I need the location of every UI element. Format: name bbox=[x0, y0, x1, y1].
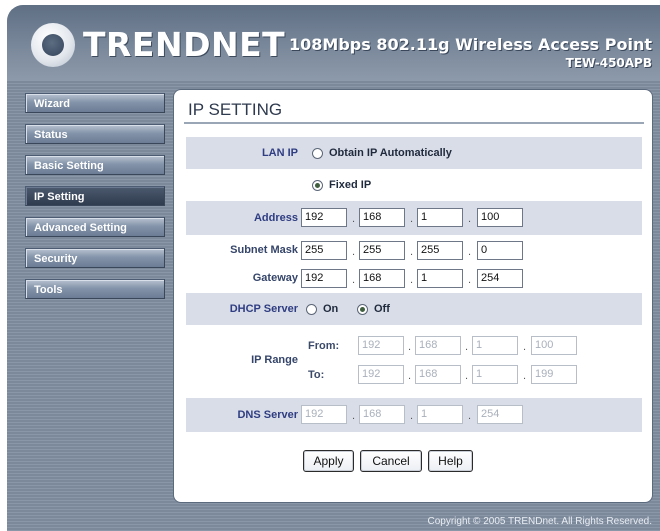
ip-range-label: IP Range bbox=[251, 354, 298, 366]
address-octet-4[interactable]: 100 bbox=[477, 208, 523, 227]
model-number: TEW-450APB bbox=[565, 56, 652, 70]
range-to-octet-4[interactable]: 199 bbox=[531, 365, 577, 384]
lan-ip-fixed-radio[interactable] bbox=[312, 180, 323, 191]
header-banner: TRENDNET 108Mbps 802.11g Wireless Access… bbox=[7, 5, 660, 81]
dns-row: DNS Server 192 . 168 . 1 . 254 bbox=[186, 398, 642, 432]
dhcp-label: DHCP Server bbox=[229, 303, 298, 315]
gateway-octet-3[interactable]: 1 bbox=[417, 269, 463, 288]
nav-item-status[interactable]: Status bbox=[25, 124, 165, 144]
subnet-row: Subnet Mask 255 . 255 . 255 . 0 bbox=[186, 236, 642, 264]
dhcp-off-label: Off bbox=[374, 303, 390, 315]
address-octet-2[interactable]: 168 bbox=[359, 208, 405, 227]
subnet-octet-1[interactable]: 255 bbox=[301, 241, 347, 260]
nav-item-ip-setting[interactable]: IP Setting bbox=[25, 186, 165, 206]
nav-item-wizard[interactable]: Wizard bbox=[25, 93, 165, 113]
dhcp-row: DHCP Server On Off bbox=[186, 293, 642, 325]
gateway-octet-4[interactable]: 254 bbox=[477, 269, 523, 288]
address-label: Address bbox=[253, 212, 298, 224]
range-to-octet-3[interactable]: 1 bbox=[472, 365, 518, 384]
subnet-octet-2[interactable]: 255 bbox=[359, 241, 405, 260]
ip-range-to-label: To: bbox=[308, 369, 325, 381]
dhcp-off-radio[interactable] bbox=[357, 304, 368, 315]
lan-ip-fixed-label: Fixed IP bbox=[329, 179, 372, 191]
range-from-octet-1[interactable]: 192 bbox=[358, 336, 404, 355]
subnet-octet-3[interactable]: 255 bbox=[417, 241, 463, 260]
dns-label: DNS Server bbox=[237, 409, 298, 421]
cancel-button[interactable]: Cancel bbox=[360, 450, 422, 472]
sidebar-nav: Wizard Status Basic Setting IP Setting A… bbox=[25, 93, 165, 310]
nav-item-advanced-setting[interactable]: Advanced Setting bbox=[25, 217, 165, 237]
lan-ip-row: LAN IP Obtain IP Automatically bbox=[186, 137, 642, 169]
lan-ip-label: LAN IP bbox=[261, 147, 298, 159]
lan-ip-auto-radio[interactable] bbox=[312, 148, 323, 159]
dns-octet-1[interactable]: 192 bbox=[301, 405, 347, 424]
copyright-footer: Copyright © 2005 TRENDnet. All Rights Re… bbox=[427, 516, 652, 527]
trendnet-logo-icon bbox=[31, 23, 75, 67]
gateway-octet-1[interactable]: 192 bbox=[301, 269, 347, 288]
address-octet-3[interactable]: 1 bbox=[417, 208, 463, 227]
nav-item-tools[interactable]: Tools bbox=[25, 279, 165, 299]
range-from-octet-4[interactable]: 100 bbox=[531, 336, 577, 355]
help-button[interactable]: Help bbox=[428, 450, 473, 472]
address-octet-1[interactable]: 192 bbox=[301, 208, 347, 227]
content-panel: IP SETTING LAN IP Obtain IP Automaticall… bbox=[173, 89, 653, 503]
gateway-octet-2[interactable]: 168 bbox=[359, 269, 405, 288]
dhcp-on-label: On bbox=[323, 303, 339, 315]
dns-octet-3[interactable]: 1 bbox=[417, 405, 463, 424]
address-row: Address 192 . 168 . 1 . 100 bbox=[186, 201, 642, 235]
range-from-octet-2[interactable]: 168 bbox=[415, 336, 461, 355]
ip-range-row: IP Range From: 192 . 168 . 1 . 100 To: 1… bbox=[186, 325, 642, 396]
subnet-octet-4[interactable]: 0 bbox=[477, 241, 523, 260]
range-to-octet-1[interactable]: 192 bbox=[358, 365, 404, 384]
range-to-octet-2[interactable]: 168 bbox=[415, 365, 461, 384]
subnet-label: Subnet Mask bbox=[230, 244, 298, 256]
nav-item-security[interactable]: Security bbox=[25, 248, 165, 268]
app-frame: TRENDNET 108Mbps 802.11g Wireless Access… bbox=[7, 5, 660, 531]
lan-ip-auto-label: Obtain IP Automatically bbox=[329, 147, 452, 159]
gateway-row: Gateway 192 . 168 . 1 . 254 bbox=[186, 264, 642, 292]
nav-item-basic-setting[interactable]: Basic Setting bbox=[25, 155, 165, 175]
dns-octet-2[interactable]: 168 bbox=[359, 405, 405, 424]
product-name: 108Mbps 802.11g Wireless Access Point bbox=[289, 35, 652, 54]
logo-text: TRENDNET bbox=[83, 25, 286, 64]
title-divider bbox=[184, 122, 644, 124]
ip-range-from-label: From: bbox=[308, 340, 340, 352]
gateway-label: Gateway bbox=[252, 272, 298, 284]
dhcp-on-radio[interactable] bbox=[306, 304, 317, 315]
range-from-octet-3[interactable]: 1 bbox=[472, 336, 518, 355]
fixed-ip-row: Fixed IP bbox=[186, 169, 642, 201]
page-title: IP SETTING bbox=[188, 100, 283, 119]
dns-octet-4[interactable]: 254 bbox=[477, 405, 523, 424]
apply-button[interactable]: Apply bbox=[303, 450, 354, 472]
